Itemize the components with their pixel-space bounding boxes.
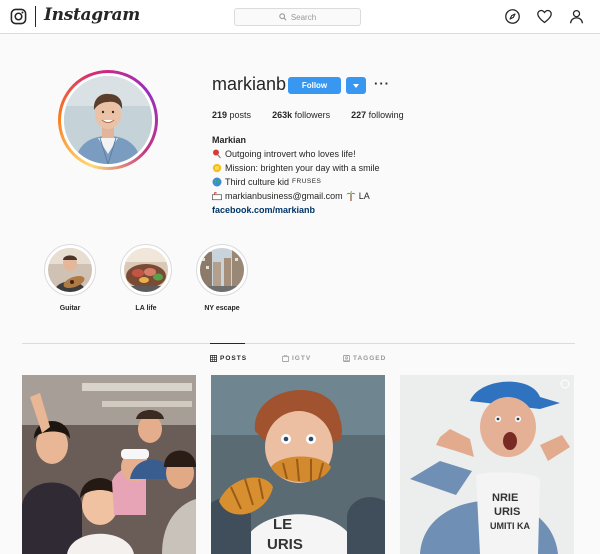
followers-stat[interactable]: 263k followers <box>272 110 330 120</box>
mailbox-icon <box>212 192 222 201</box>
bio-line: Outgoing introvert who loves life! <box>212 147 380 161</box>
profile-stats: 219 posts 263k followers 227 following <box>212 110 425 120</box>
bio-email: markianbusiness@gmail.com <box>225 191 343 201</box>
profile-username: markianb <box>212 74 287 94</box>
compass-icon[interactable] <box>504 8 521 25</box>
instagram-wordmark[interactable]: Instagram <box>44 5 140 25</box>
tab-tagged[interactable]: TAGGED <box>343 355 386 362</box>
story-highlight[interactable]: Guitar <box>40 244 100 312</box>
following-count: 227 <box>351 110 367 120</box>
svg-text:URIS: URIS <box>494 506 520 518</box>
highlight-cover <box>124 248 168 292</box>
post-thumbnail[interactable]: NRIE URIS UMITI KA <box>400 375 574 554</box>
sun-icon <box>212 163 222 173</box>
highlight-label: LA life <box>135 305 157 312</box>
svg-text:URIS: URIS <box>267 536 303 553</box>
tab-label: TAGGED <box>353 355 387 362</box>
bio-line: markianbusiness@gmail.com LA <box>212 189 380 203</box>
highlight-label: NY escape <box>204 305 240 312</box>
bio-text: Mission: brighten your day with a smile <box>225 163 380 173</box>
palm-tree-icon <box>346 191 356 201</box>
posts-stat: 219 posts <box>212 110 251 120</box>
followers-label: followers <box>294 110 331 120</box>
heart-icon[interactable] <box>536 8 553 25</box>
chevron-down-icon <box>353 83 359 88</box>
post-thumbnail[interactable] <box>22 375 196 554</box>
posts-label: posts <box>229 110 252 120</box>
tabs-divider <box>22 343 575 344</box>
bio-line: Mission: brighten your day with a smile <box>212 161 380 175</box>
profile-avatar[interactable] <box>58 70 158 170</box>
tab-label: IGTV <box>292 355 312 362</box>
following-stat[interactable]: 227 following <box>351 110 404 120</box>
user-icon[interactable] <box>568 8 585 25</box>
followers-count: 263k <box>272 110 293 120</box>
tab-igtv[interactable]: IGTV <box>282 355 311 362</box>
bio-text: Third culture kid <box>225 177 290 187</box>
country-flags: FRUSES <box>292 178 322 185</box>
bio-location: LA <box>358 191 370 201</box>
instagram-logo-icon[interactable] <box>10 8 27 25</box>
tagged-user-icon <box>343 355 350 362</box>
avatar-photo <box>64 76 152 164</box>
tab-posts[interactable]: POSTS <box>210 355 247 362</box>
suggestions-dropdown-button[interactable] <box>346 77 366 94</box>
highlight-cover <box>48 248 92 292</box>
profile-bio: Markian Outgoing introvert who loves lif… <box>212 133 380 217</box>
search-icon <box>279 13 287 21</box>
tv-icon <box>282 355 289 362</box>
grid-icon <box>210 355 217 362</box>
bio-website-link[interactable]: facebook.com/markianb <box>212 203 380 217</box>
pushpin-icon <box>213 149 221 159</box>
bio-text: Outgoing introvert who loves life! <box>225 149 356 159</box>
more-options-button[interactable]: ··· <box>374 76 390 91</box>
top-navigation: Instagram Search <box>0 0 600 34</box>
post-thumbnail[interactable]: LE URIS <box>211 375 385 554</box>
highlight-label: Guitar <box>59 305 81 312</box>
story-highlight[interactable]: NY escape <box>192 244 252 312</box>
svg-text:LE: LE <box>273 516 292 533</box>
search-placeholder: Search <box>290 12 317 22</box>
bio-full-name: Markian <box>212 135 247 145</box>
bio-line: Third culture kid FRUSES <box>212 175 380 189</box>
story-highlight[interactable]: LA life <box>116 244 176 312</box>
following-label: following <box>368 110 404 120</box>
tab-label: POSTS <box>220 355 248 362</box>
highlight-cover <box>200 248 244 292</box>
svg-text:UMITI KA: UMITI KA <box>490 521 530 531</box>
posts-count: 219 <box>212 110 228 120</box>
search-input[interactable]: Search <box>234 8 361 26</box>
svg-text:NRIE: NRIE <box>492 492 518 504</box>
globe-icon <box>212 177 222 187</box>
follow-button[interactable]: Follow <box>288 77 341 94</box>
nav-divider <box>35 6 36 27</box>
active-tab-indicator <box>210 343 245 344</box>
